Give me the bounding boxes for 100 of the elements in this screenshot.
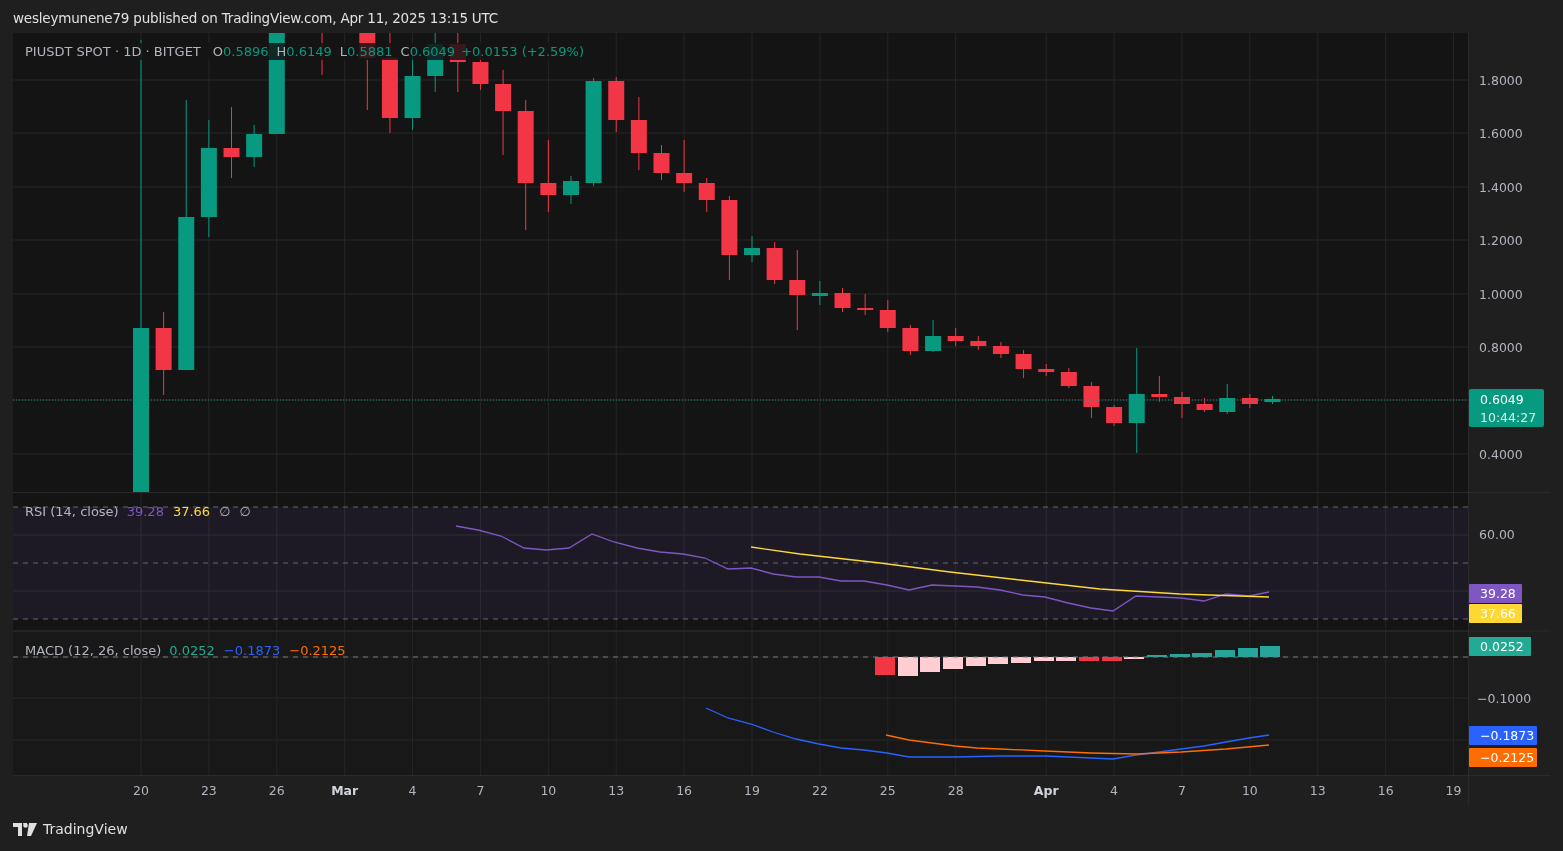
rsi-value-label: 37.66 xyxy=(1469,604,1522,623)
histogram-bar xyxy=(966,657,986,666)
macd-value: 0.0252 xyxy=(169,643,215,658)
price-axis-label: 1.6000 xyxy=(1479,126,1523,142)
time-axis-label: 28 xyxy=(947,783,964,798)
macd-value-label: 0.0252 xyxy=(1469,637,1531,656)
time-axis-label: Apr xyxy=(1033,783,1059,798)
histogram-bar xyxy=(1238,648,1258,657)
last-price-label: 0.6049 10:44:27 xyxy=(1469,389,1544,427)
price-axis-label: 0.4000 xyxy=(1479,447,1523,462)
rsi-value-label: 39.28 xyxy=(1469,584,1522,603)
candle xyxy=(766,241,783,285)
price-change: +0.0153 (+2.59%) xyxy=(461,44,584,59)
rsi-value: 37.66 xyxy=(172,504,211,519)
price-axis-label: 1.2000 xyxy=(1479,233,1523,249)
time-axis-label: 19 xyxy=(1445,783,1462,798)
candle xyxy=(608,76,625,133)
time-axis-label: 4 xyxy=(408,783,417,798)
candle xyxy=(744,235,760,263)
time-axis-label: 7 xyxy=(476,783,485,798)
logo-icon xyxy=(13,822,37,836)
time-axis-label: 25 xyxy=(879,783,896,798)
histogram-bar xyxy=(875,657,895,675)
candle xyxy=(879,299,896,333)
ohlc-value: 0.6049 xyxy=(409,44,456,59)
histogram-bar xyxy=(1192,653,1212,657)
time-axis-label: Mar xyxy=(331,783,359,798)
brand-name: TradingView xyxy=(43,821,128,837)
time-axis-label: 16 xyxy=(1377,783,1394,798)
candle xyxy=(676,139,693,193)
time-axis-label: 16 xyxy=(676,783,693,798)
candle xyxy=(811,280,828,306)
candle xyxy=(1060,367,1077,389)
symbol-title: PIUSDT SPOT · 1D · BITGET xyxy=(25,44,201,59)
histogram-bar xyxy=(1034,657,1054,661)
time-axis-label: 13 xyxy=(608,783,625,798)
candle xyxy=(970,335,987,351)
time-axis-label: 22 xyxy=(811,783,828,798)
time-axis-label: 10 xyxy=(540,783,557,798)
candle xyxy=(1083,381,1100,419)
time-axis-label: 26 xyxy=(268,783,285,798)
histogram-bar xyxy=(1079,657,1099,661)
ohlc-key: L xyxy=(339,44,348,59)
candle xyxy=(925,319,942,353)
macd-value-label: −0.1873 xyxy=(1469,726,1537,745)
candle xyxy=(1038,363,1055,377)
candle xyxy=(1219,383,1236,415)
histogram-bar xyxy=(988,657,1008,664)
histogram-bar xyxy=(898,657,918,676)
candle xyxy=(902,324,919,356)
time-axis-label: 20 xyxy=(133,783,149,798)
rsi-value: ∅ xyxy=(219,504,231,519)
time-axis-label: 23 xyxy=(200,783,217,798)
histogram-bar xyxy=(1011,657,1031,663)
ohlc-value: 0.6149 xyxy=(286,44,332,59)
price-axis-label: 0.8000 xyxy=(1479,340,1523,355)
histogram-bar xyxy=(1170,654,1190,657)
time-axis-label: 7 xyxy=(1178,783,1186,798)
histogram-bar xyxy=(1102,657,1122,661)
time-axis-label: 19 xyxy=(744,783,760,798)
histogram-bar xyxy=(920,657,940,672)
ohlc-value: 0.5896 xyxy=(223,44,269,59)
ohlc-key: H xyxy=(276,44,287,59)
price-axis-label: 1.0000 xyxy=(1479,286,1523,302)
histogram-bar xyxy=(943,657,963,669)
histogram-bar xyxy=(1056,657,1076,661)
macd-title: MACD (12, 26, close) xyxy=(25,643,162,658)
candle xyxy=(1196,397,1213,413)
time-axis-label: 4 xyxy=(1110,783,1119,798)
candle xyxy=(1174,391,1190,419)
histogram-bar xyxy=(1260,646,1280,657)
candle xyxy=(1015,349,1032,379)
price-axis-label: 1.8000 xyxy=(1479,73,1523,88)
candle xyxy=(857,293,874,316)
candle xyxy=(1264,395,1281,405)
candle xyxy=(562,175,579,205)
rsi-value: 39.28 xyxy=(126,504,164,519)
candle xyxy=(246,124,263,168)
time-axis-label: 10 xyxy=(1241,783,1258,798)
rsi-title: RSI (14, close) xyxy=(25,504,119,519)
macd-axis-label: −0.1000 xyxy=(1477,691,1532,706)
candle xyxy=(1106,404,1123,427)
rsi-axis-label: 60.00 xyxy=(1479,527,1515,542)
candle xyxy=(1241,393,1258,409)
attribution-text: wesleymunene79 published on TradingView.com, Apr 11, 2025 13:15 UTC xyxy=(12,9,500,28)
rsi-value: ∅ xyxy=(239,504,251,519)
time-axis-label: 13 xyxy=(1309,783,1326,798)
candle xyxy=(1151,375,1168,403)
candle xyxy=(653,144,670,181)
candle xyxy=(834,287,851,313)
ohlc-key: O xyxy=(212,44,224,59)
ohlc-key: C xyxy=(400,44,410,59)
macd-value: −0.1873 xyxy=(223,643,281,658)
candle xyxy=(698,177,715,213)
candle xyxy=(947,327,964,347)
ohlc-value: 0.5881 xyxy=(347,44,393,59)
price-axis-label: 1.4000 xyxy=(1479,179,1523,195)
macd-value-label: −0.2125 xyxy=(1469,748,1537,767)
macd-value: −0.2125 xyxy=(289,643,346,658)
histogram-bar xyxy=(1215,650,1235,657)
